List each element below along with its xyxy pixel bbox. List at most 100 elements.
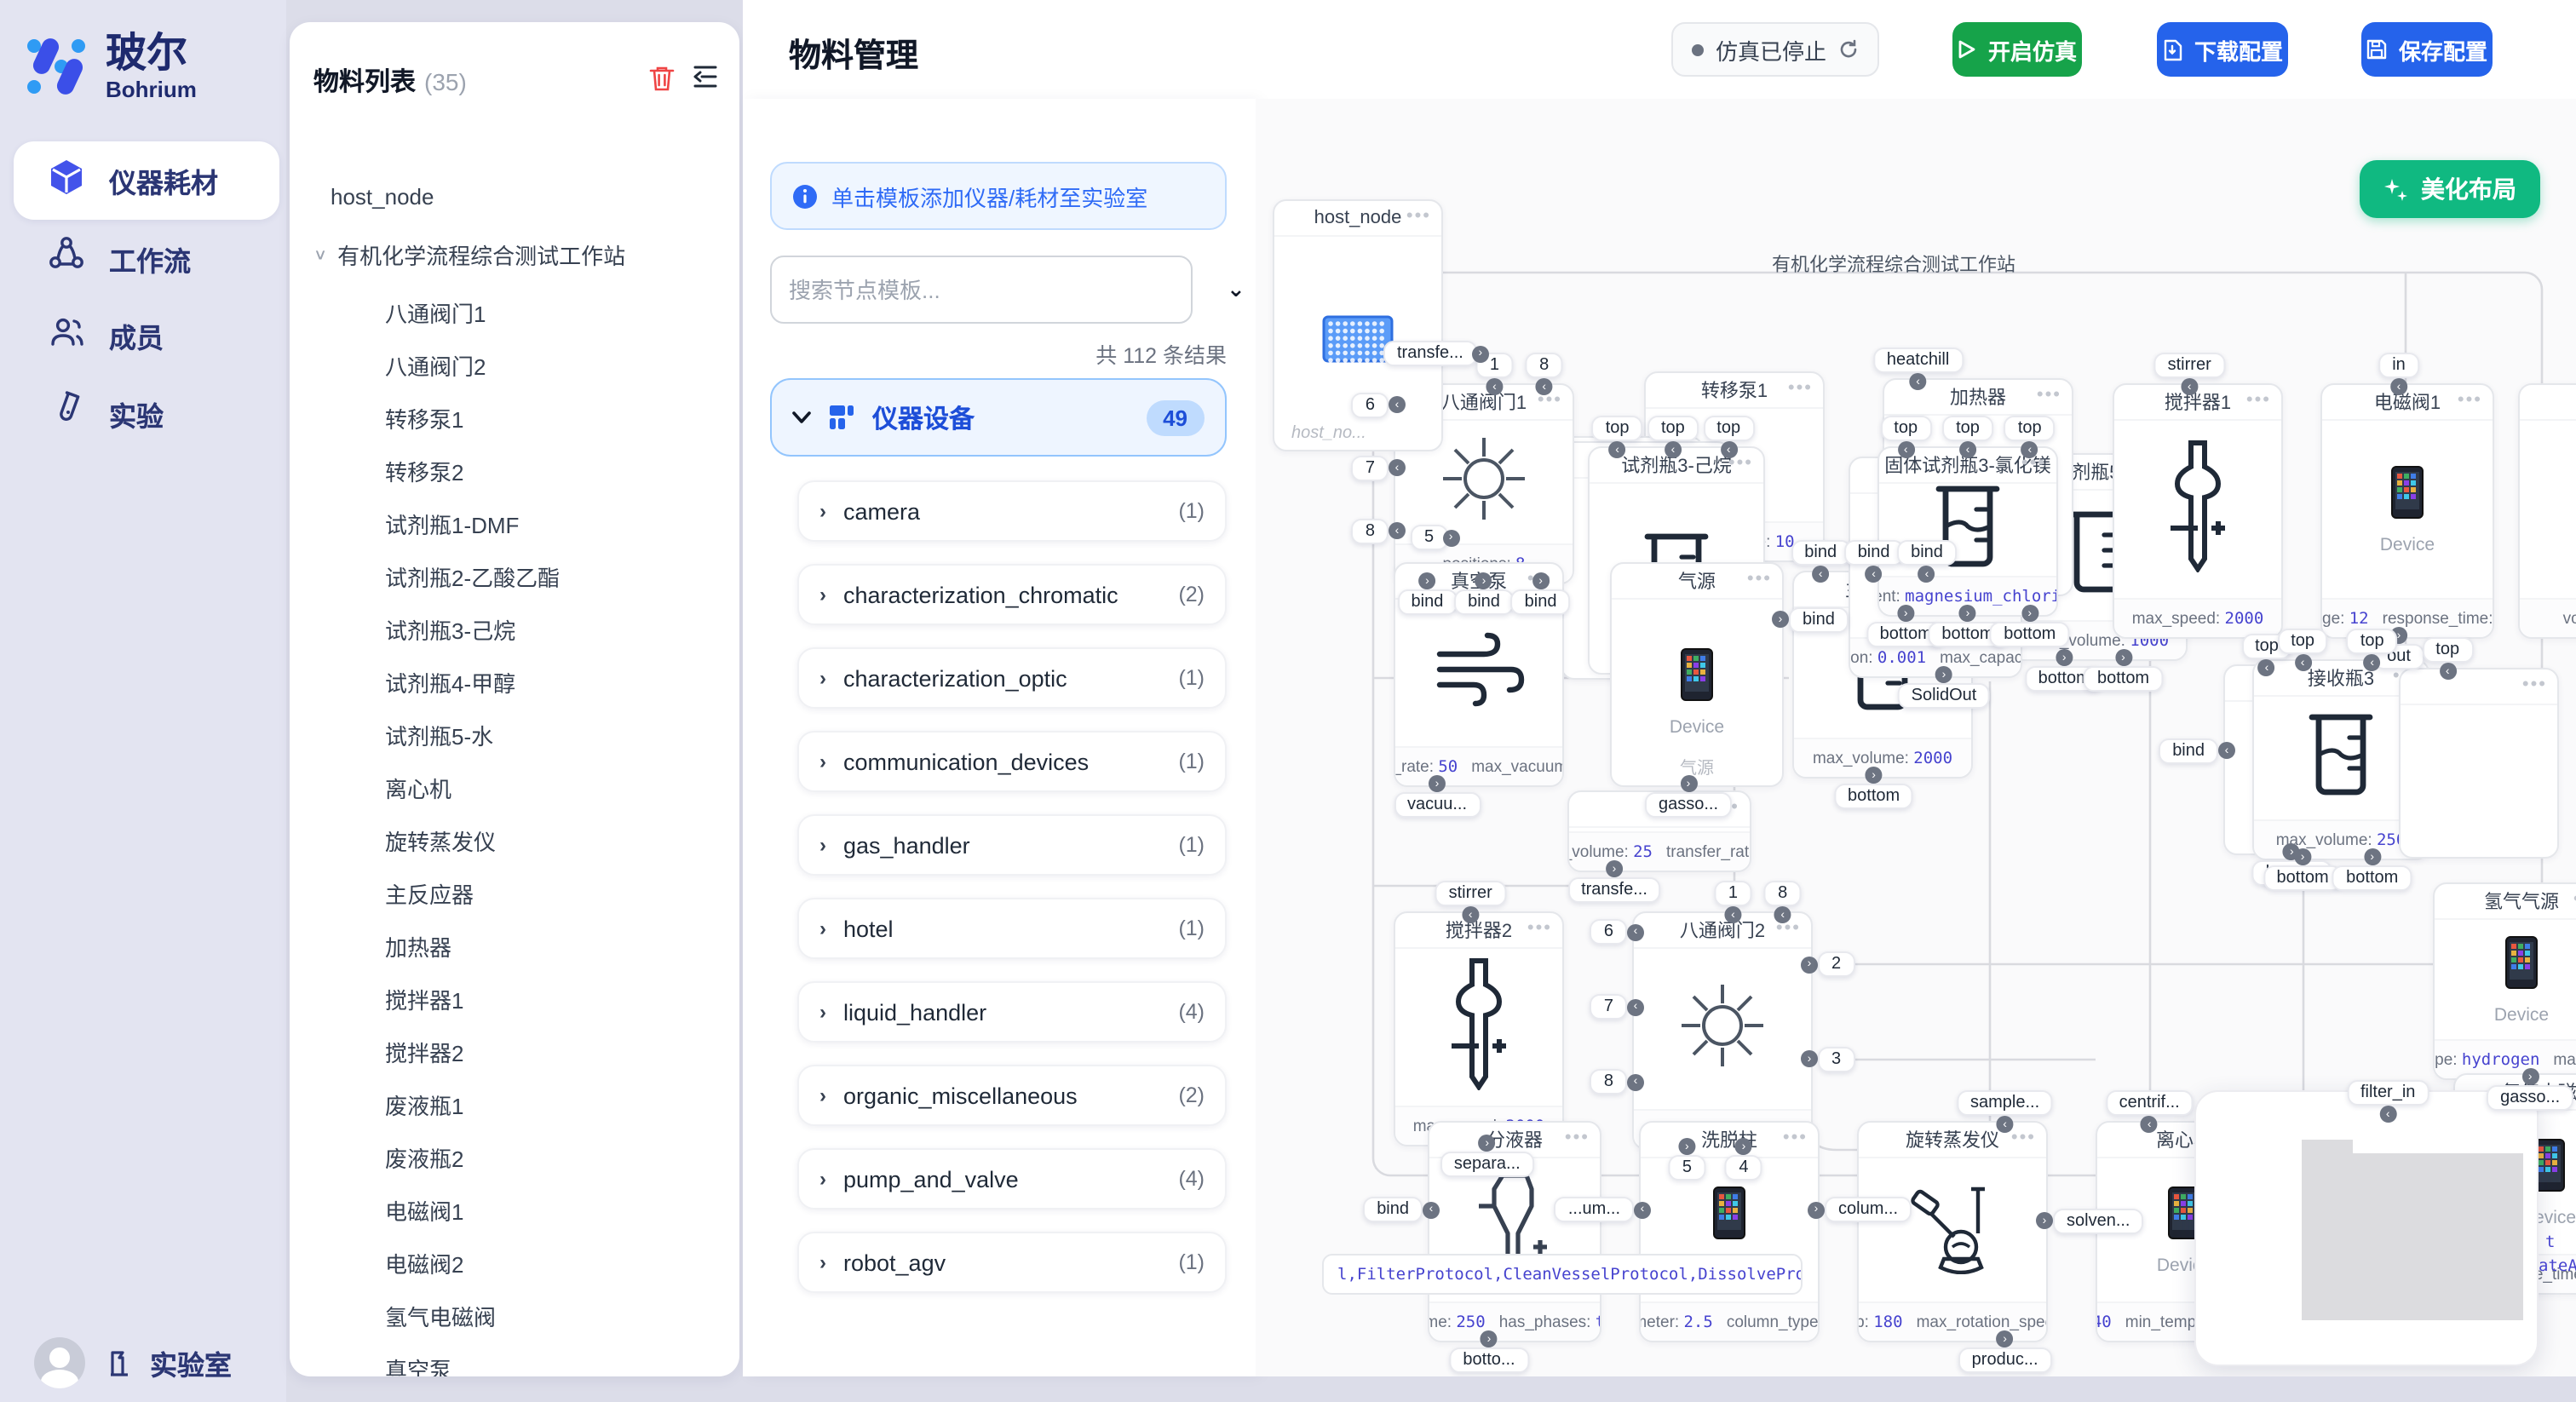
- port-chip[interactable]: 7: [1352, 455, 1389, 480]
- tree-item[interactable]: 搅拌器1: [290, 974, 739, 1022]
- search-template-input[interactable]: [770, 256, 1193, 324]
- template-category-camera[interactable]: ›camera(1): [797, 480, 1227, 542]
- template-category-communication_devices[interactable]: ›communication_devices(1): [797, 731, 1227, 792]
- tree-item[interactable]: 主反应器: [290, 869, 739, 916]
- node-搅拌器2[interactable]: 搅拌器2•••max_speed: 2000stirrer‹›separa...: [1394, 911, 1564, 1146]
- port-chip[interactable]: sample...: [1957, 1090, 2053, 1116]
- collapse-panel-icon[interactable]: [692, 65, 719, 89]
- brand-logo[interactable]: 玻尔 Bohrium: [24, 24, 279, 109]
- tree-item[interactable]: 废液瓶2: [290, 1133, 739, 1181]
- port-chip[interactable]: heatchill: [1873, 348, 1963, 373]
- sidebar-item-lab[interactable]: 实验室: [106, 1342, 232, 1382]
- port-chip[interactable]: 7: [1590, 994, 1627, 1020]
- port-chip[interactable]: colum...: [1825, 1197, 1912, 1222]
- tree-item[interactable]: 试剂瓶2-乙酸乙酯: [290, 552, 739, 600]
- port-chip[interactable]: bind: [1511, 589, 1571, 615]
- port-chip[interactable]: top: [2422, 637, 2473, 663]
- port-chip[interactable]: 4: [1725, 1155, 1762, 1181]
- template-category-pump_and_valve[interactable]: ›pump_and_valve(4): [797, 1148, 1227, 1210]
- tree-item[interactable]: 八通阀门1: [290, 288, 739, 336]
- port-chip[interactable]: top: [1880, 416, 1931, 441]
- port-chip[interactable]: 8: [1526, 353, 1562, 378]
- tree-item[interactable]: 废液瓶1: [290, 1080, 739, 1128]
- tree-item[interactable]: 氢气电磁阀: [290, 1291, 739, 1339]
- port-chip[interactable]: top: [1942, 416, 1993, 441]
- sidebar-item-3[interactable]: 实验: [14, 374, 279, 452]
- refresh-icon[interactable]: [1838, 39, 1859, 60]
- more-icon[interactable]: •••: [2458, 390, 2482, 411]
- category-instruments[interactable]: 仪器设备 49: [770, 378, 1227, 457]
- port-chip[interactable]: 5: [1669, 1155, 1705, 1181]
- minimap[interactable]: [2194, 1090, 2539, 1366]
- tree-item[interactable]: 电磁阀1: [290, 1186, 739, 1233]
- port-chip[interactable]: centrif...: [2106, 1090, 2194, 1116]
- port-chip[interactable]: stirrer: [1435, 881, 1506, 906]
- more-icon[interactable]: •••: [1783, 1128, 1808, 1148]
- tree-item[interactable]: 真空泵: [290, 1344, 739, 1376]
- chevron-down-icon[interactable]: ⌄: [1227, 276, 1245, 303]
- port-chip[interactable]: bind: [1897, 540, 1957, 566]
- port-chip[interactable]: 3: [1818, 1046, 1854, 1072]
- port-chip[interactable]: bottom: [1834, 784, 1913, 809]
- node-card[interactable]: •••top‹: [2399, 668, 2559, 859]
- tree-item[interactable]: 加热器: [290, 922, 739, 969]
- port-chip[interactable]: top: [2347, 629, 2398, 654]
- download-config-button[interactable]: 下载配置: [2157, 22, 2288, 77]
- port-chip[interactable]: 8: [1352, 519, 1389, 544]
- port-chip[interactable]: bind: [1791, 540, 1850, 566]
- tree-item[interactable]: 试剂瓶3-己烷: [290, 605, 739, 652]
- tree-item[interactable]: 离心机: [290, 763, 739, 811]
- tree-item[interactable]: 试剂瓶1-DMF: [290, 499, 739, 547]
- port-chip[interactable]: SolidOut: [1898, 683, 1991, 709]
- port-chip[interactable]: top: [1647, 416, 1699, 441]
- port-chip[interactable]: top: [1703, 416, 1754, 441]
- more-icon[interactable]: •••: [1406, 206, 1431, 227]
- port-chip[interactable]: bottom: [2084, 666, 2163, 692]
- port-chip[interactable]: top: [2004, 416, 2056, 441]
- port-chip[interactable]: top: [1592, 416, 1643, 441]
- tree-item[interactable]: 试剂瓶5-水: [290, 710, 739, 758]
- trash-icon[interactable]: [649, 65, 675, 92]
- tree-item[interactable]: 试剂瓶4-甲醇: [290, 658, 739, 705]
- more-icon[interactable]: •••: [2246, 390, 2271, 411]
- port-chip[interactable]: solven...: [2053, 1208, 2144, 1233]
- port-chip[interactable]: 2: [1818, 952, 1854, 978]
- port-chip[interactable]: filter_in: [2347, 1080, 2429, 1106]
- port-chip[interactable]: separa...: [1440, 1152, 1534, 1177]
- save-config-button[interactable]: 保存配置: [2361, 22, 2493, 77]
- port-chip[interactable]: vacuu...: [1394, 792, 1481, 818]
- port-chip[interactable]: bottom: [2332, 865, 2412, 891]
- port-chip[interactable]: bind: [1789, 606, 1849, 632]
- node-八通阀门2[interactable]: 八通阀门2•••positions: 81‹8‹6‹7‹8‹›2›3›5›4: [1632, 911, 1813, 1150]
- node-搅拌器1[interactable]: 搅拌器1•••max_speed: 2000stirrer‹: [2113, 383, 2283, 639]
- node-旋转蒸发仪[interactable]: 旋转蒸发仪•••temp: 180max_rotation_speed...sa…: [1857, 1121, 2048, 1342]
- tree-item[interactable]: 电磁阀2: [290, 1238, 739, 1286]
- port-chip[interactable]: 6: [1590, 919, 1627, 945]
- template-category-gas_handler[interactable]: ›gas_handler(1): [797, 814, 1227, 876]
- more-icon[interactable]: •••: [2522, 675, 2547, 695]
- port-chip[interactable]: top: [2277, 629, 2328, 654]
- sidebar-item-1[interactable]: 工作流: [14, 219, 279, 297]
- floating-port-chip[interactable]: 5›: [1411, 525, 1459, 550]
- more-icon[interactable]: •••: [2037, 385, 2061, 405]
- port-chip[interactable]: 8: [1590, 1070, 1627, 1095]
- port-chip[interactable]: gasso...: [2487, 1085, 2573, 1111]
- more-icon[interactable]: •••: [1565, 1128, 1590, 1148]
- avatar[interactable]: [34, 1336, 85, 1388]
- template-category-characterization_optic[interactable]: ›characterization_optic(1): [797, 647, 1227, 709]
- port-chip[interactable]: 8: [1764, 881, 1801, 906]
- floating-port-chip[interactable]: transfe...›: [1383, 341, 1489, 366]
- more-icon[interactable]: •••: [1527, 918, 1552, 939]
- tree-item[interactable]: 搅拌器2: [290, 1027, 739, 1075]
- start-simulation-button[interactable]: 开启仿真: [1952, 22, 2082, 77]
- sidebar-item-0[interactable]: 仪器耗材: [14, 141, 279, 220]
- node-氢气气源[interactable]: 氢气气源•••Device_type: hydrogenmax_pre...›g…: [2433, 882, 2576, 1080]
- port-chip[interactable]: 1: [1715, 881, 1751, 906]
- port-chip[interactable]: bind: [1454, 589, 1514, 615]
- beautify-layout-button[interactable]: 美化布局: [2360, 160, 2540, 218]
- port-chip[interactable]: 6: [1352, 392, 1389, 417]
- template-category-liquid_handler[interactable]: ›liquid_handler(4): [797, 981, 1227, 1043]
- port-chip[interactable]: ...um...: [1555, 1197, 1634, 1222]
- port-chip[interactable]: produc...: [1958, 1347, 2052, 1373]
- port-chip[interactable]: gasso...: [1645, 792, 1732, 818]
